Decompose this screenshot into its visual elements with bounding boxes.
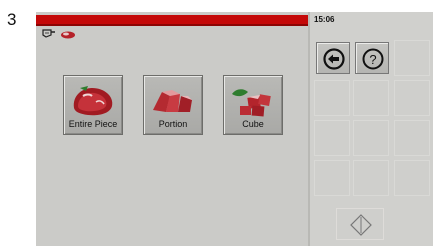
entire-piece-icon [73,86,113,116]
empty-key [314,160,350,196]
empty-key [314,80,350,116]
clock-time: 15:06 [314,15,335,24]
empty-key [353,80,389,116]
back-arrow-icon [323,48,345,70]
cube-label: Cube [242,119,264,129]
empty-key [394,80,430,116]
empty-key [394,40,430,76]
empty-key [353,120,389,156]
empty-key [394,160,430,196]
entire-piece-button[interactable]: Entire Piece [63,75,123,135]
cleaver-icon [42,27,56,45]
entire-piece-label: Entire Piece [68,119,118,129]
portion-icon [153,90,192,112]
start-button[interactable] [336,208,384,240]
portion-button[interactable]: Portion [143,75,203,135]
meat-icon [60,27,76,45]
diamond-arrows-icon [350,214,372,236]
empty-key [353,160,389,196]
help-icon: ? [362,48,384,70]
cube-button[interactable]: Cube [223,75,283,135]
header-bar [36,15,308,26]
machine-screen: Entire Piece Portion Cube 15:06 ? [36,12,433,246]
back-button[interactable] [316,42,350,74]
main-pane: Entire Piece Portion Cube [36,12,308,246]
help-button[interactable]: ? [355,42,389,74]
empty-key [394,120,430,156]
help-glyph: ? [369,52,376,67]
portion-label: Portion [158,119,188,129]
empty-key [314,120,350,156]
step-number: 3 [7,10,17,29]
cube-icon [232,89,271,117]
status-icons [42,27,76,45]
